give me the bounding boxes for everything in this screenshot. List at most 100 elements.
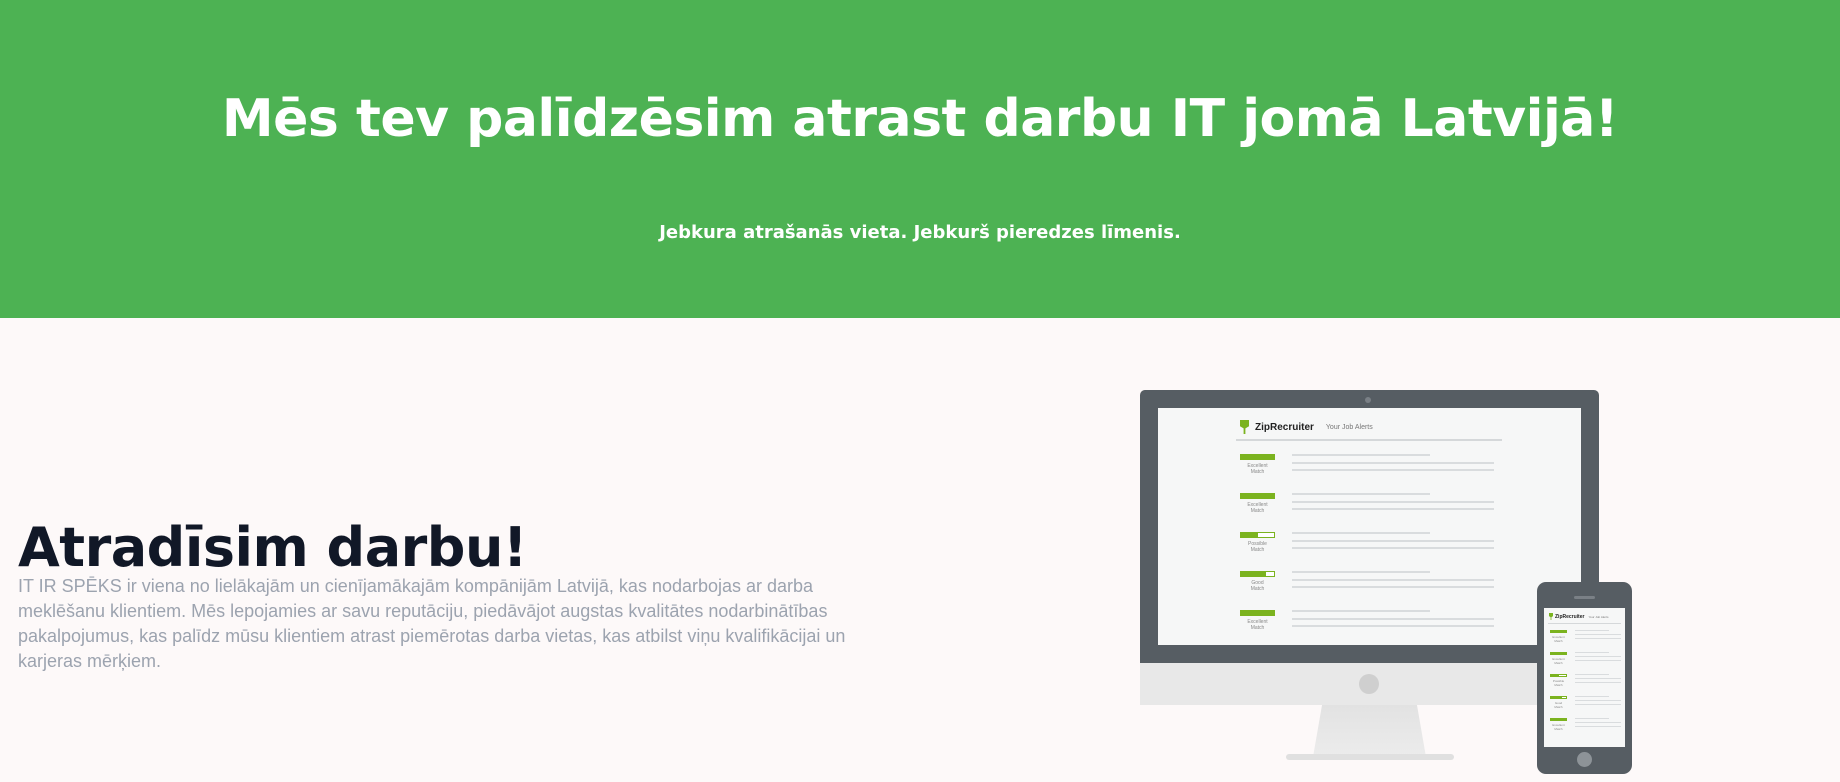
match-label: Possible Match: [1240, 541, 1275, 553]
match-strength-bar: [1550, 674, 1567, 677]
match-label-line2: Match: [1250, 625, 1265, 631]
phone-home-button: [1577, 752, 1592, 767]
match-strength-fill: [1241, 533, 1258, 537]
job-text-placeholder: [1575, 660, 1621, 661]
phone-ziprecruiter-header: ZipRecruiter Your Job Alerts: [1549, 613, 1609, 620]
match-label-line2: Match: [1250, 469, 1265, 475]
match-strength-bar: [1550, 696, 1567, 699]
job-text-placeholder: [1292, 571, 1430, 573]
match-label-line2: Match: [1250, 586, 1265, 592]
match-strength-bar: [1550, 652, 1567, 655]
phone-screen: ZipRecruiter Your Job Alerts Excellent Ma…: [1544, 608, 1625, 747]
job-alert-row: Excellent Match: [1550, 652, 1621, 666]
job-text-placeholder: [1575, 656, 1621, 657]
hero-banner: Mēs tev palīdzēsim atrast darbu IT jomā …: [0, 0, 1840, 318]
about-description: IT IR SPĒKS ir viena no lielākajām un ci…: [18, 576, 846, 671]
job-text-placeholder: [1292, 469, 1494, 471]
desktop-monitor-illustration: ZipRecruiter Your Job Alerts Excellent Ma…: [1140, 390, 1599, 705]
match-label-line2: Match: [1554, 661, 1563, 665]
job-text-placeholder: [1575, 678, 1621, 679]
match-label: Excellent Match: [1240, 463, 1275, 475]
job-text-placeholder: [1292, 493, 1430, 495]
job-text-placeholder: [1292, 508, 1494, 510]
job-text-placeholder: [1575, 726, 1621, 727]
job-alert-row: Excellent Match: [1550, 630, 1621, 644]
match-strength-fill: [1241, 572, 1266, 576]
monitor-stand: [1313, 705, 1426, 757]
job-text-placeholder: [1575, 718, 1609, 719]
job-text-placeholder: [1292, 618, 1494, 620]
job-alert-row: Excellent Match: [1240, 493, 1500, 521]
ziprecruiter-logo-icon: [1549, 613, 1553, 620]
job-text-placeholder: [1575, 674, 1609, 675]
ziprecruiter-logo-text: ZipRecruiter: [1555, 613, 1585, 620]
match-strength-fill: [1551, 697, 1563, 698]
match-label: Excellent Match: [1550, 635, 1567, 643]
about-heading: Atradīsim darbu!: [18, 516, 528, 579]
job-alert-row: Possible Match: [1240, 532, 1500, 560]
job-text-placeholder: [1575, 700, 1621, 701]
job-alert-row: Good Match: [1240, 571, 1500, 599]
match-label: Good Match: [1550, 701, 1567, 709]
job-alert-row: Good Match: [1550, 696, 1621, 710]
match-label: Excellent Match: [1240, 502, 1275, 514]
job-text-placeholder: [1292, 625, 1494, 627]
job-alerts-label: Your Job Alerts: [1588, 614, 1609, 619]
match-label-line2: Match: [1554, 705, 1563, 709]
match-label: Good Match: [1240, 580, 1275, 592]
job-text-placeholder: [1575, 630, 1609, 631]
job-alert-row: Excellent Match: [1240, 454, 1500, 482]
match-strength-fill: [1551, 675, 1559, 676]
job-text-placeholder: [1575, 638, 1621, 639]
match-label-line2: Match: [1554, 639, 1563, 643]
match-label-line2: Match: [1250, 547, 1265, 553]
match-label-line2: Match: [1250, 508, 1265, 514]
match-strength-bar: [1240, 532, 1275, 538]
match-label: Excellent Match: [1550, 723, 1567, 731]
hero-subtitle: Jebkura atrašanās vieta. Jebkurš pieredz…: [659, 222, 1181, 243]
monitor-chin: [1140, 663, 1599, 705]
match-label: Excellent Match: [1550, 657, 1567, 665]
screen-divider: [1236, 439, 1502, 441]
monitor-camera: [1365, 397, 1371, 403]
job-text-placeholder: [1292, 532, 1430, 534]
monitor-screen: ZipRecruiter Your Job Alerts Excellent Ma…: [1158, 408, 1581, 645]
ziprecruiter-header: ZipRecruiter Your Job Alerts: [1240, 420, 1373, 434]
job-text-placeholder: [1292, 547, 1494, 549]
hero-title: Mēs tev palīdzēsim atrast darbu IT jomā …: [221, 89, 1619, 149]
job-text-placeholder: [1575, 682, 1621, 683]
match-strength-bar: [1550, 630, 1567, 633]
match-label: Excellent Match: [1240, 619, 1275, 631]
job-alert-row: Excellent Match: [1550, 718, 1621, 732]
job-alert-row: Excellent Match: [1240, 610, 1500, 638]
monitor-logo-dot: [1359, 674, 1379, 694]
job-text-placeholder: [1575, 704, 1621, 705]
job-alerts-label: Your Job Alerts: [1325, 423, 1373, 431]
job-text-placeholder: [1292, 540, 1494, 542]
job-alert-row: Possible Match: [1550, 674, 1621, 688]
job-text-placeholder: [1292, 454, 1430, 456]
match-strength-bar: [1240, 571, 1275, 577]
match-label: Possible Match: [1550, 679, 1567, 687]
job-text-placeholder: [1575, 652, 1609, 653]
job-text-placeholder: [1292, 579, 1494, 581]
job-text-placeholder: [1575, 722, 1621, 723]
about-section: Atradīsim darbu! IT IR SPĒKS ir viena no…: [18, 518, 918, 674]
match-strength-bar: [1550, 718, 1567, 721]
match-strength-bar: [1240, 493, 1275, 499]
ziprecruiter-logo-text: ZipRecruiter: [1255, 421, 1314, 433]
phone-screen-divider: [1548, 623, 1621, 624]
ziprecruiter-logo-icon: [1240, 420, 1249, 434]
match-strength-bar: [1240, 610, 1275, 616]
job-text-placeholder: [1292, 462, 1494, 464]
phone-speaker: [1574, 596, 1595, 599]
job-text-placeholder: [1292, 586, 1494, 588]
job-text-placeholder: [1575, 634, 1621, 635]
phone-illustration: ZipRecruiter Your Job Alerts Excellent Ma…: [1537, 582, 1632, 774]
job-text-placeholder: [1575, 696, 1609, 697]
match-strength-bar: [1240, 454, 1275, 460]
match-label-line2: Match: [1554, 727, 1563, 731]
job-text-placeholder: [1292, 610, 1430, 612]
job-text-placeholder: [1292, 501, 1494, 503]
match-label-line2: Match: [1554, 683, 1563, 687]
